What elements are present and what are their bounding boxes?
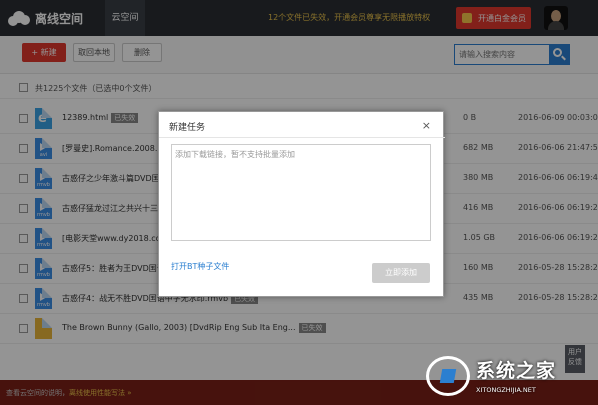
watermark-title: 系统之家: [476, 360, 557, 382]
dialog-divider: [159, 137, 445, 138]
watermark: 系统之家 XITONGZHIJIA.NET: [426, 350, 596, 402]
watermark-logo-icon: [426, 356, 470, 396]
download-link-input[interactable]: [171, 144, 431, 241]
add-now-button[interactable]: 立即添加: [372, 263, 430, 283]
close-icon[interactable]: ×: [422, 119, 431, 132]
dialog-title: 新建任务: [169, 123, 206, 133]
open-bt-file-link[interactable]: 打开BT种子文件: [171, 261, 229, 272]
watermark-subtitle: XITONGZHIJIA.NET: [476, 386, 536, 394]
new-task-dialog: 新建任务 × 打开BT种子文件 立即添加: [158, 111, 445, 297]
